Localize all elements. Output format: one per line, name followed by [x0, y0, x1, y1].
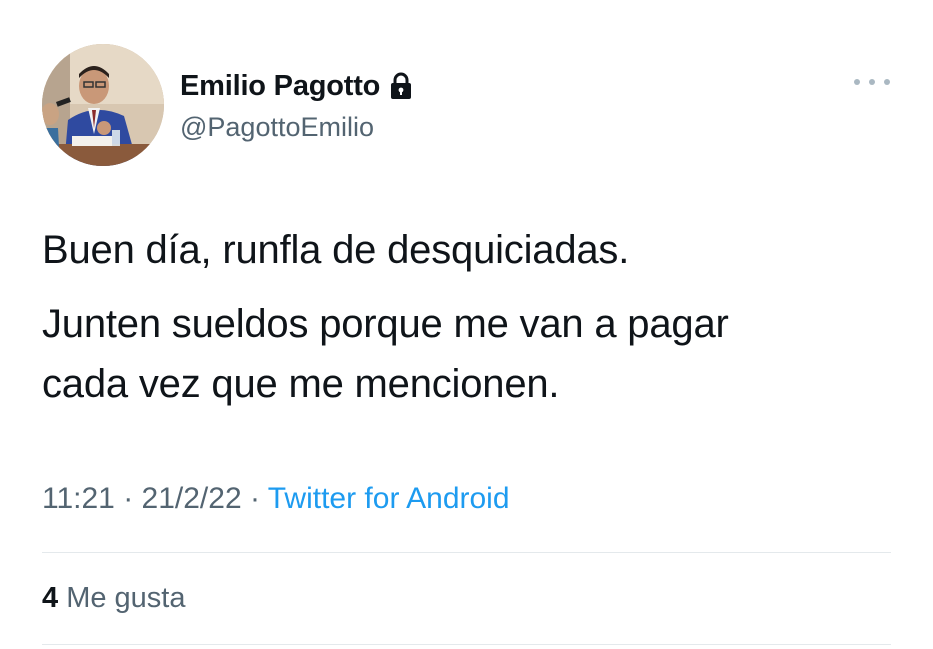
- likes-label: Me gusta: [66, 582, 186, 614]
- tweet-meta: 11:21 · 21/2/22 · Twitter for Android: [42, 482, 510, 516]
- more-dot: [869, 79, 875, 85]
- divider: [42, 644, 891, 645]
- divider: [42, 552, 891, 553]
- author-handle[interactable]: @PagottoEmilio: [180, 112, 413, 143]
- more-dot: [884, 79, 890, 85]
- tweet-paragraph: Junten sueldos porque me van a pagar cad…: [42, 302, 729, 406]
- tweet-date[interactable]: 21/2/22: [142, 482, 242, 515]
- tweet-text: Buen día, runfla de desquiciadas. Junten…: [42, 220, 902, 428]
- more-dot: [854, 79, 860, 85]
- meta-separator: ·: [241, 482, 268, 515]
- likes-count: 4: [42, 582, 59, 614]
- author-names: Emilio Pagotto @PagottoEmilio: [180, 68, 413, 143]
- tweet-time[interactable]: 11:21: [42, 482, 115, 515]
- tweet: Emilio Pagotto @PagottoEmilio Buen día, …: [0, 0, 933, 649]
- tweet-header: Emilio Pagotto @PagottoEmilio: [42, 44, 413, 166]
- display-name[interactable]: Emilio Pagotto: [180, 70, 380, 103]
- avatar-photo: [42, 44, 164, 166]
- tweet-paragraph: Buen día, runfla de desquiciadas.: [42, 228, 630, 272]
- tweet-source-link[interactable]: Twitter for Android: [268, 482, 510, 515]
- meta-separator: ·: [114, 482, 142, 515]
- likes-stat[interactable]: 4 Me gusta: [42, 582, 186, 615]
- lock-icon: [389, 72, 413, 100]
- display-name-row: Emilio Pagotto: [180, 68, 413, 104]
- avatar[interactable]: [42, 44, 164, 166]
- more-icon[interactable]: [854, 72, 890, 92]
